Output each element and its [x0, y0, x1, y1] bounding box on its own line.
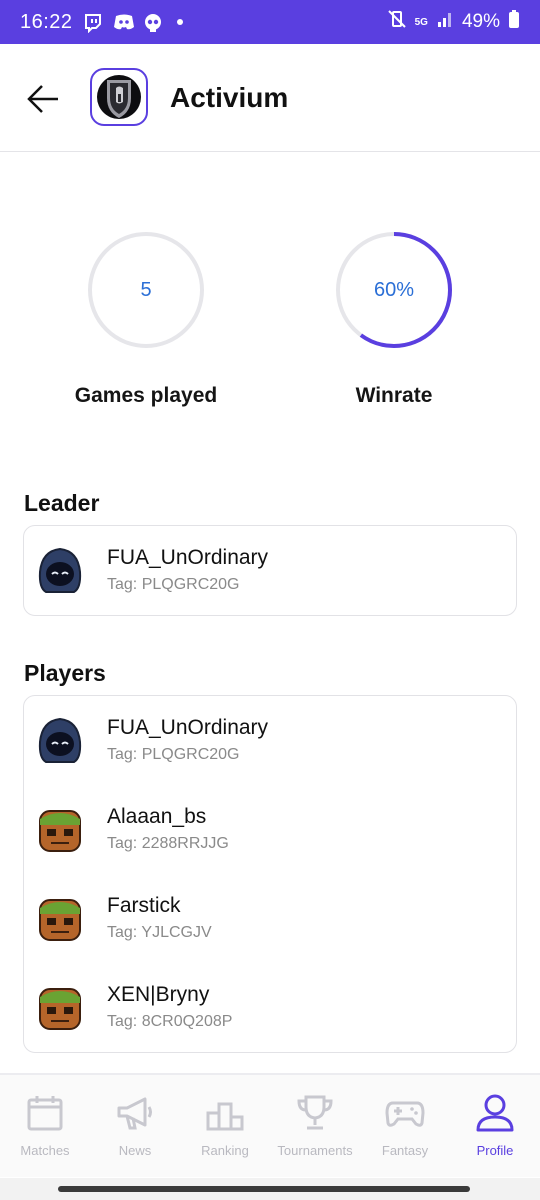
player-tag: Tag: PLQGRC20G: [107, 746, 240, 763]
nav-label: Matches: [20, 1143, 70, 1158]
nav-item-profile[interactable]: Profile: [450, 1075, 540, 1177]
leader-row[interactable]: FUA_UnOrdinary Tag: PLQGRC20G: [24, 526, 516, 615]
trophy-icon: [297, 1095, 333, 1130]
nav-item-fantasy[interactable]: Fantasy: [360, 1075, 450, 1177]
hooded-figure-icon: [34, 716, 86, 766]
player-row[interactable]: XEN|Bryny Tag: 8CR0Q208P: [24, 963, 516, 1052]
groot-head-icon: [34, 894, 86, 944]
games-played-stat: 5 Games played: [26, 230, 266, 408]
arrow-left-icon: [27, 85, 58, 113]
signal-icon: [436, 10, 454, 34]
player-name: Alaaan_bs: [107, 805, 207, 828]
nav-item-news[interactable]: News: [90, 1075, 180, 1177]
network-type-label: 5G: [414, 16, 428, 28]
player-name: FUA_UnOrdinary: [107, 716, 269, 739]
team-logo: [90, 68, 148, 126]
players-section-title: Players: [24, 660, 106, 686]
nav-item-matches[interactable]: Matches: [0, 1075, 90, 1177]
winrate-ring: 60%: [334, 230, 454, 350]
bottom-navigation: Matches News Ranking Tournaments Fantasy…: [0, 1073, 540, 1177]
winrate-label: Winrate: [355, 384, 433, 407]
user-icon: [476, 1094, 514, 1132]
player-tag: Tag: 2288RRJJG: [107, 835, 229, 852]
winrate-value: 60%: [373, 278, 415, 301]
leader-name: FUA_UnOrdinary: [107, 546, 269, 569]
player-row[interactable]: Farstick Tag: YJLCGJV: [24, 874, 516, 963]
back-button[interactable]: [24, 82, 64, 116]
podium-icon: [206, 1102, 244, 1131]
status-right: 5G 49%: [387, 9, 520, 35]
mute-vibrate-icon: [387, 9, 407, 35]
nav-label: Tournaments: [277, 1143, 353, 1158]
battery-icon: [508, 9, 520, 35]
battery-percentage: 49%: [461, 11, 500, 32]
hooded-figure-icon: [34, 546, 86, 596]
team-name: Activium: [170, 82, 289, 113]
nav-item-ranking[interactable]: Ranking: [180, 1075, 270, 1177]
discord-icon: [113, 13, 134, 31]
player-name: XEN|Bryny: [107, 983, 210, 1006]
status-time: 16:22: [20, 10, 73, 33]
winrate-stat: 60% Winrate: [274, 230, 514, 408]
nav-label: News: [118, 1143, 152, 1158]
gesture-bar: [0, 1178, 540, 1200]
player-tag: Tag: 8CR0Q208P: [107, 1013, 233, 1030]
nav-label: Profile: [476, 1143, 514, 1158]
leader-section-title: Leader: [24, 490, 100, 516]
skull-icon: [143, 13, 163, 32]
groot-head-icon: [34, 805, 86, 855]
megaphone-icon: [117, 1097, 152, 1130]
spartan-shield-icon: [97, 75, 141, 119]
games-played-ring: 5: [86, 230, 206, 350]
leader-tag: Tag: PLQGRC20G: [107, 576, 240, 593]
team-header: Activium: [0, 44, 540, 152]
gesture-handle[interactable]: [58, 1186, 470, 1192]
player-row[interactable]: Alaaan_bs Tag: 2288RRJJG: [24, 785, 516, 874]
gamepad-icon: [385, 1101, 425, 1127]
calendar-icon: [27, 1096, 63, 1131]
nav-label: Fantasy: [381, 1143, 429, 1158]
twitch-icon: [83, 13, 103, 34]
player-tag: Tag: YJLCGJV: [107, 924, 212, 941]
games-played-label: Games played: [74, 384, 218, 407]
leader-card: FUA_UnOrdinary Tag: PLQGRC20G: [23, 525, 517, 616]
nav-item-tournaments[interactable]: Tournaments: [270, 1075, 360, 1177]
status-left: 16:22: [20, 11, 183, 34]
games-played-value: 5: [140, 278, 152, 301]
notification-dot-icon: [176, 19, 183, 25]
player-name: Farstick: [107, 894, 181, 917]
player-row[interactable]: FUA_UnOrdinary Tag: PLQGRC20G: [24, 696, 516, 785]
status-bar: 16:22 5G 49%: [0, 0, 540, 44]
groot-head-icon: [34, 983, 86, 1033]
players-card: FUA_UnOrdinary Tag: PLQGRC20G Alaaan_bs …: [23, 695, 517, 1053]
nav-label: Ranking: [201, 1143, 249, 1158]
team-stats: 5 Games played 60% Winrate: [0, 230, 540, 430]
